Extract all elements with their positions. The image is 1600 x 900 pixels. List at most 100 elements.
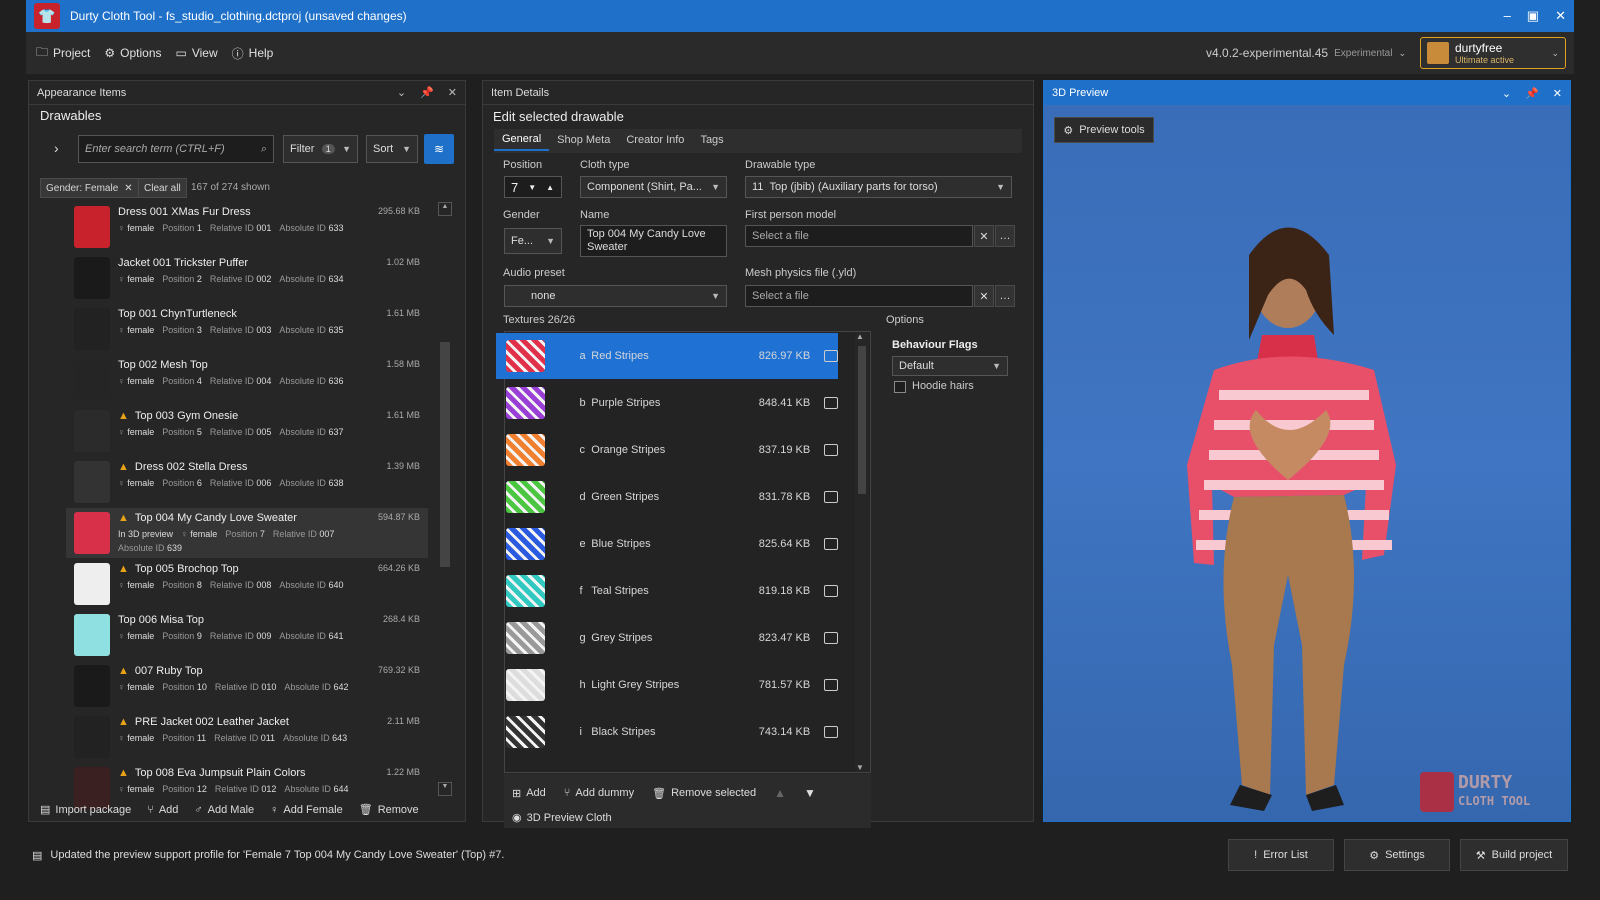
image-icon[interactable]	[824, 585, 838, 597]
panel-title: 3D Preview	[1052, 87, 1109, 99]
clear-file-icon[interactable]: ✕	[974, 285, 994, 307]
list-item[interactable]: Top 001 ChynTurtleneck ♀ female Position…	[66, 304, 428, 354]
list-item[interactable]: ▲ Top 004 My Candy Love Sweater In 3D pr…	[66, 508, 428, 558]
image-icon[interactable]	[824, 679, 838, 691]
layers-toggle-button[interactable]: ≋	[424, 134, 454, 164]
close-icon[interactable]: ✕	[1555, 8, 1566, 24]
scroll-thumb[interactable]	[440, 342, 450, 567]
item-size: 295.68 KB	[377, 206, 420, 216]
cloth-type-select[interactable]: Component (Shirt, Pa... ▼	[580, 176, 727, 198]
image-icon[interactable]	[824, 491, 838, 503]
filter-chip[interactable]: Gender: Female ✕	[40, 178, 139, 198]
item-size: 1.02 MB	[386, 257, 420, 267]
preview-cloth-button[interactable]: ◉ 3D Preview Cloth	[512, 811, 612, 825]
user-account-button[interactable]: durtyfree Ultimate active ⌄	[1420, 37, 1566, 69]
add-female-button[interactable]: ♀ Add Female	[270, 803, 343, 816]
add-dummy-button[interactable]: ⑂ Add dummy	[564, 787, 634, 799]
app-logo-icon: 👕	[34, 3, 60, 29]
list-item[interactable]: ▲ Top 005 Brochop Top ♀ female Position …	[66, 559, 428, 609]
browse-file-icon[interactable]: …	[995, 225, 1015, 247]
menu-help[interactable]: ⓘ Help	[228, 45, 278, 62]
close-icon[interactable]: ✕	[124, 183, 132, 194]
clear-all-button[interactable]: Clear all	[138, 178, 187, 198]
tab-shop-meta[interactable]: Shop Meta	[549, 129, 618, 151]
list-scrollbar[interactable]: ▲ ▼	[436, 202, 454, 796]
image-icon[interactable]	[824, 444, 838, 456]
scroll-down-icon[interactable]: ▼	[856, 763, 864, 772]
tab-general[interactable]: General	[494, 129, 550, 151]
move-down-icon[interactable]: ▼	[804, 786, 816, 800]
image-icon[interactable]	[824, 726, 838, 738]
scroll-down-icon[interactable]: ▼	[438, 782, 452, 796]
name-field[interactable]: Top 004 My Candy Love Sweater	[580, 225, 727, 257]
sort-button[interactable]: Sort ▼	[366, 135, 418, 163]
position-stepper[interactable]: 7 ▼ ▲	[504, 176, 562, 198]
import-package-button[interactable]: ▤ Import package	[40, 803, 131, 817]
settings-button[interactable]: ⚙ Settings	[1344, 839, 1450, 871]
menu-view[interactable]: ▭ View	[172, 46, 222, 60]
audio-preset-select[interactable]: none ▼	[504, 285, 727, 307]
browse-file-icon[interactable]: …	[995, 285, 1015, 307]
scroll-thumb[interactable]	[858, 346, 866, 494]
add-male-button[interactable]: ♂ Add Male	[194, 803, 254, 816]
chevron-down-icon[interactable]: ▼	[528, 183, 536, 192]
first-person-file-input[interactable]: Select a file	[745, 225, 973, 247]
chevron-down-icon[interactable]: ⌄	[1502, 87, 1511, 100]
list-item[interactable]: Dress 001 XMas Fur Dress ♀ female Positi…	[66, 202, 428, 252]
remove-button[interactable]: 🗑 Remove	[359, 803, 419, 817]
texture-row[interactable]: d Green Stripes 831.78 KB	[496, 474, 838, 520]
remove-selected-button[interactable]: 🗑 Remove selected	[652, 787, 756, 800]
error-list-button[interactable]: ! Error List	[1228, 839, 1334, 871]
scroll-up-icon[interactable]: ▲	[856, 332, 864, 341]
scroll-up-icon[interactable]: ▲	[438, 202, 452, 216]
add-button[interactable]: ⑂ Add	[147, 803, 178, 816]
clear-file-icon[interactable]: ✕	[974, 225, 994, 247]
preview-tools-button[interactable]: ⚙ Preview tools	[1054, 117, 1154, 143]
gender-select[interactable]: Fe... ▼	[504, 228, 562, 254]
list-item[interactable]: Jacket 001 Trickster Puffer ♀ female Pos…	[66, 253, 428, 303]
textures-scrollbar[interactable]: ▲ ▼	[855, 332, 869, 772]
tab-creator-info[interactable]: Creator Info	[618, 129, 692, 151]
image-icon[interactable]	[824, 538, 838, 550]
texture-row[interactable]: i Black Stripes 743.14 KB	[496, 709, 838, 755]
chevron-up-icon[interactable]: ▲	[546, 183, 554, 192]
tab-tags[interactable]: Tags	[692, 129, 731, 151]
build-project-button[interactable]: ⚒ Build project	[1460, 839, 1568, 871]
hoodie-hairs-checkbox[interactable]	[894, 381, 906, 393]
list-item[interactable]: ▲ Top 003 Gym Onesie ♀ female Position 5…	[66, 406, 428, 456]
3d-viewport[interactable]	[1044, 105, 1570, 821]
list-item[interactable]: ▲ 007 Ruby Top ♀ female Position 10 Rela…	[66, 661, 428, 711]
add-texture-button[interactable]: ⊞ Add	[512, 787, 546, 800]
version-selector[interactable]: v4.0.2-experimental.45 Experimental ⌄	[1206, 46, 1406, 60]
drawable-type-select[interactable]: 11 Top (jbib) (Auxiliary parts for torso…	[745, 176, 1012, 198]
texture-row[interactable]: b Purple Stripes 848.41 KB	[496, 380, 838, 426]
pin-icon[interactable]: 📌	[1525, 87, 1539, 100]
expand-chevron-icon[interactable]: ›	[54, 140, 59, 156]
image-icon[interactable]	[824, 632, 838, 644]
close-icon[interactable]: ✕	[1553, 87, 1562, 100]
image-icon[interactable]	[824, 350, 838, 362]
texture-row[interactable]: h Light Grey Stripes 781.57 KB	[496, 662, 838, 708]
list-item[interactable]: ▲ Dress 002 Stella Dress ♀ female Positi…	[66, 457, 428, 507]
list-item[interactable]: Top 002 Mesh Top ♀ female Position 4 Rel…	[66, 355, 428, 405]
maximize-icon[interactable]: ▣	[1527, 8, 1539, 24]
minimize-icon[interactable]: –	[1504, 8, 1511, 24]
search-input[interactable]: Enter search term (CTRL+F) ⌕	[78, 135, 274, 163]
close-icon[interactable]: ✕	[448, 86, 457, 99]
chevron-down-icon[interactable]: ⌄	[397, 86, 406, 99]
behaviour-flags-select[interactable]: Default ▼	[892, 356, 1008, 376]
menu-project[interactable]: 🗀 Project	[32, 43, 94, 64]
texture-row[interactable]: a Red Stripes 826.97 KB	[496, 333, 838, 379]
filter-button[interactable]: Filter 1 ▼	[283, 135, 358, 163]
list-item[interactable]: ▲ PRE Jacket 002 Leather Jacket ♀ female…	[66, 712, 428, 762]
menu-options[interactable]: ⚙ Options	[100, 46, 165, 60]
mesh-physics-file-input[interactable]: Select a file	[745, 285, 973, 307]
texture-row[interactable]: c Orange Stripes 837.19 KB	[496, 427, 838, 473]
list-item[interactable]: Top 006 Misa Top ♀ female Position 9 Rel…	[66, 610, 428, 660]
texture-row[interactable]: f Teal Stripes 819.18 KB	[496, 568, 838, 614]
texture-row[interactable]: g Grey Stripes 823.47 KB	[496, 615, 838, 661]
image-icon[interactable]	[824, 397, 838, 409]
move-up-icon[interactable]: ▲	[774, 786, 786, 800]
pin-icon[interactable]: 📌	[420, 86, 434, 99]
texture-row[interactable]: e Blue Stripes 825.64 KB	[496, 521, 838, 567]
